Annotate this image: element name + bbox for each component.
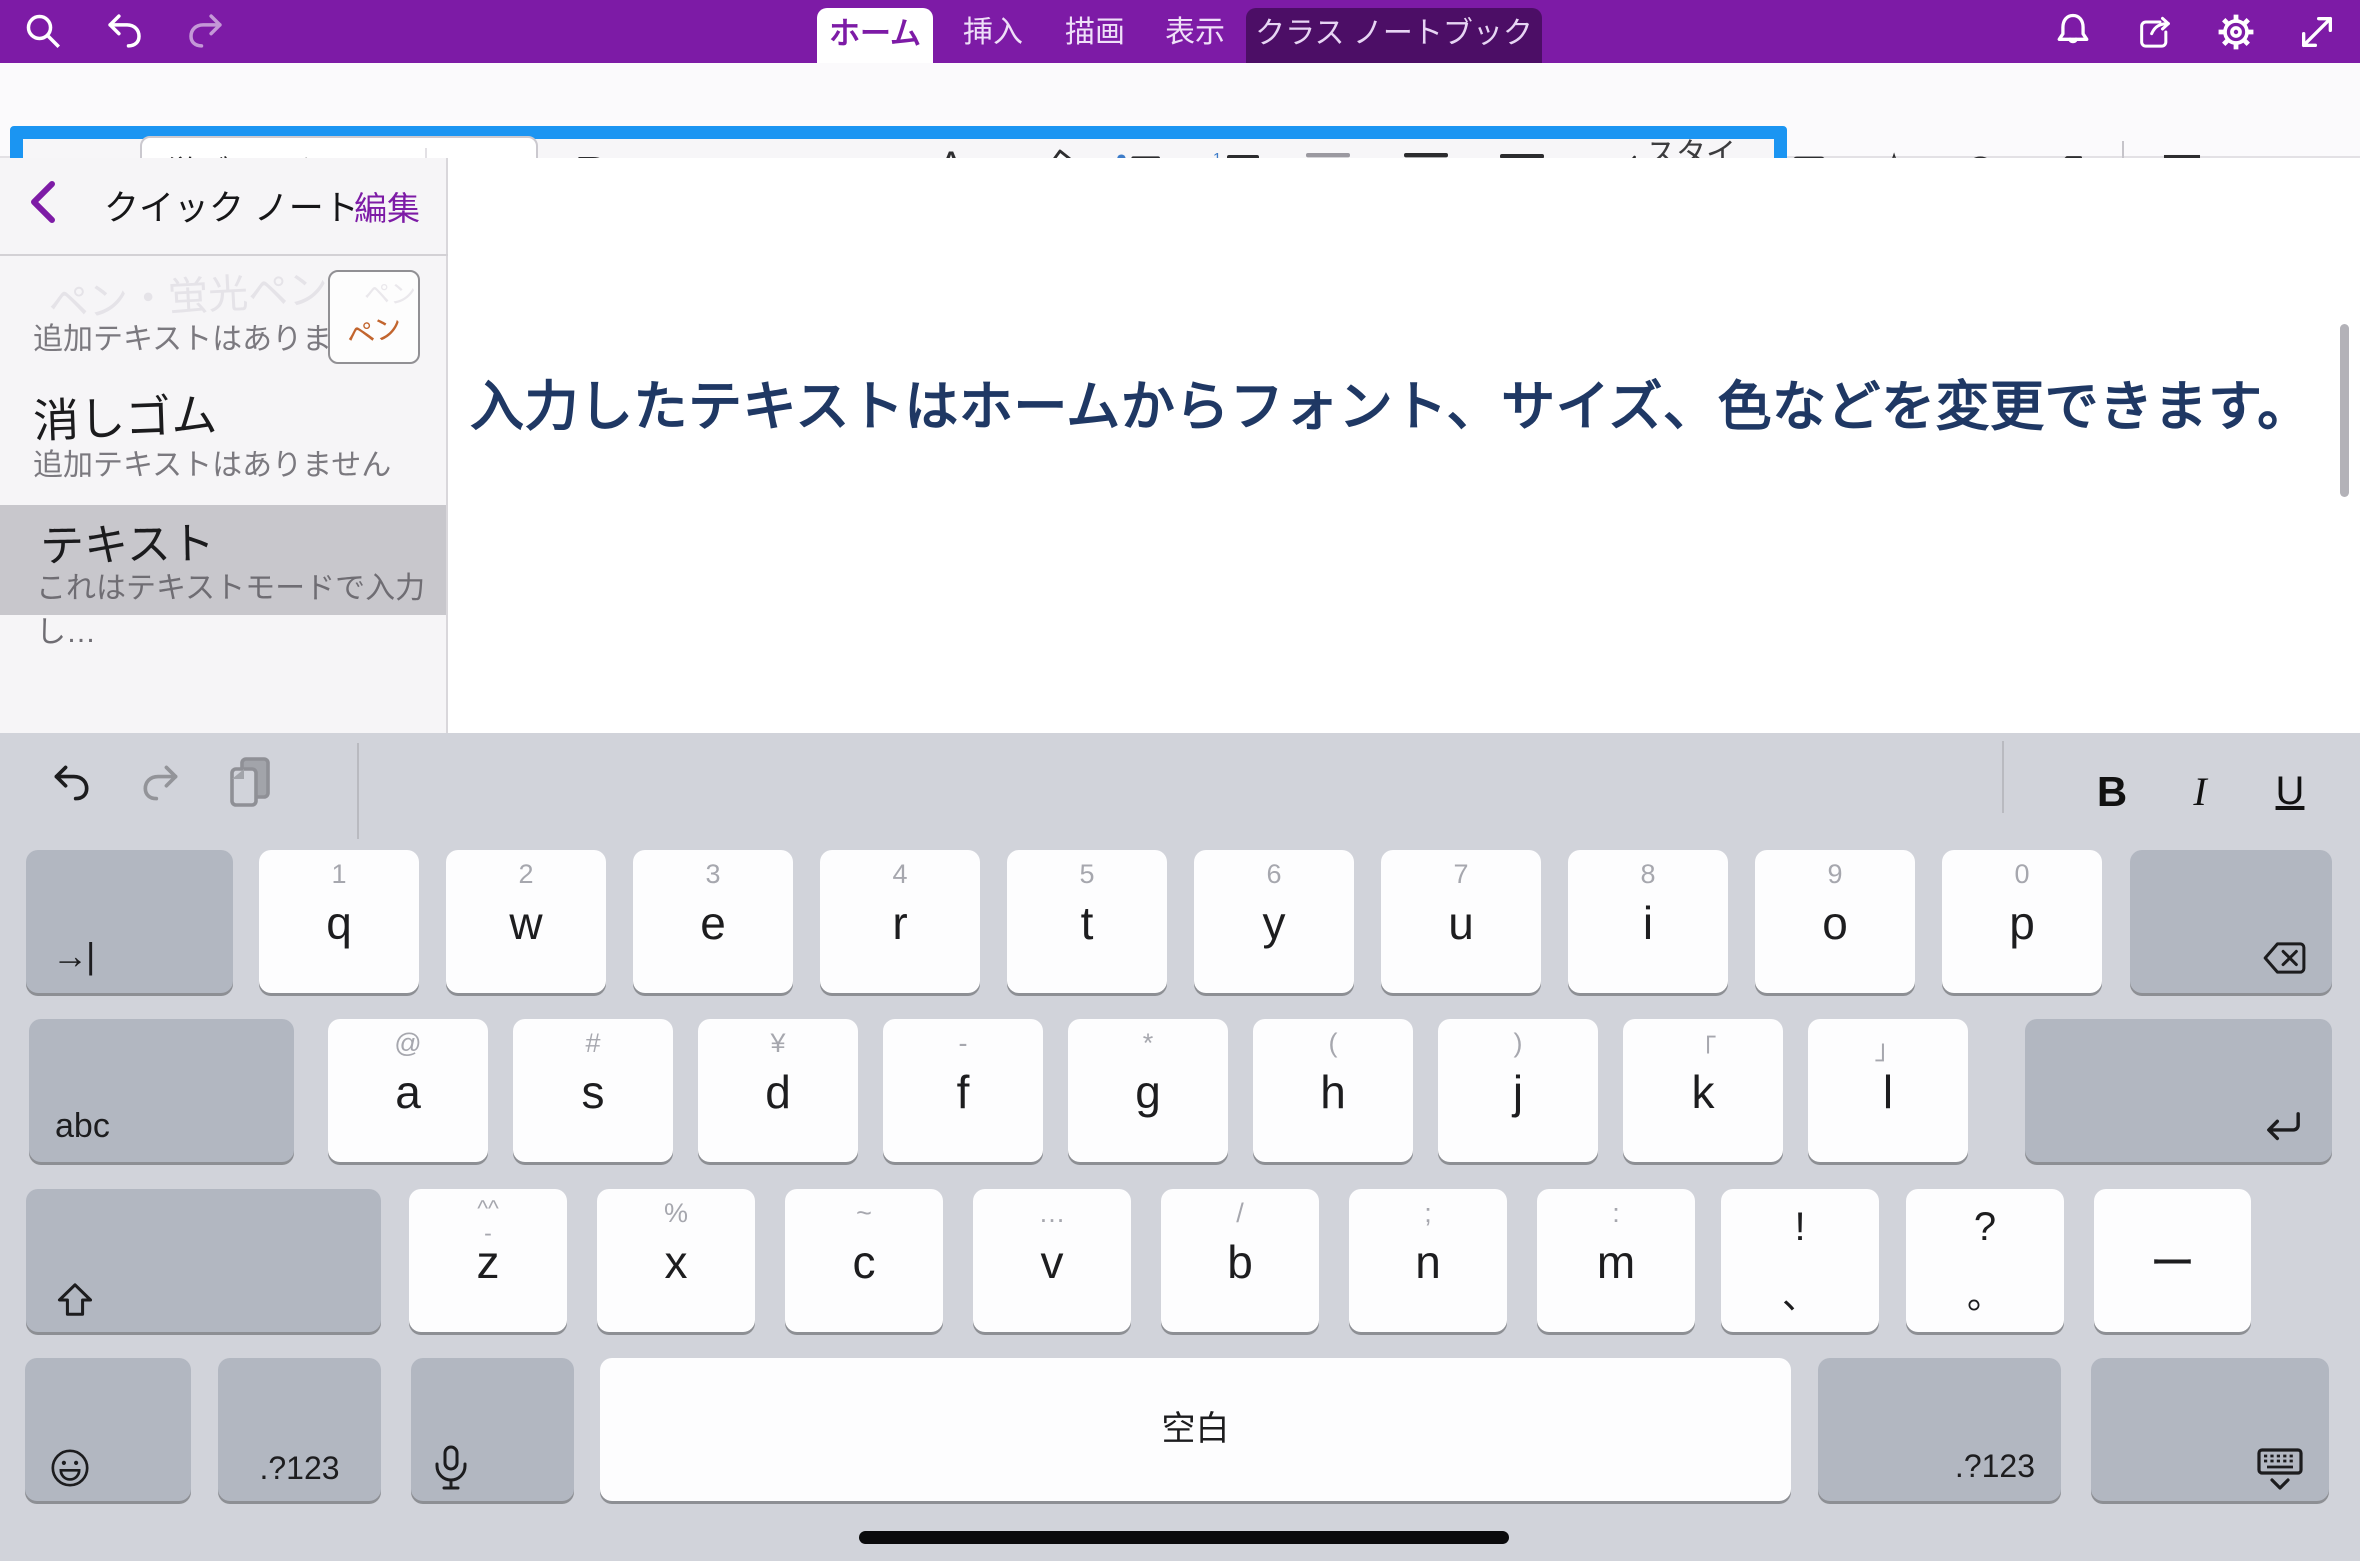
key-u[interactable]: 7u (1381, 850, 1541, 993)
key-c[interactable]: ~c (785, 1189, 943, 1332)
list-item-text-subtitle: これはテキストモードで入力し… (36, 563, 446, 651)
accessory-divider-right (2002, 741, 2004, 813)
key-tab[interactable]: →| (26, 850, 233, 993)
key-exclamation[interactable]: !、 (1721, 1189, 1879, 1332)
accessory-divider-left (357, 743, 359, 839)
tab-draw[interactable]: 描画 (1055, 0, 1135, 63)
kb-paste-icon[interactable] (226, 755, 276, 809)
key-w[interactable]: 2w (446, 850, 606, 993)
key-y[interactable]: 6y (1194, 850, 1354, 993)
key-p[interactable]: 0p (1942, 850, 2102, 993)
top-app-bar: ホーム 挿入 描画 表示 クラス ノートブック (0, 0, 2360, 63)
tab-home[interactable]: ホーム (817, 8, 933, 63)
back-chevron-icon[interactable] (28, 180, 56, 224)
tab-home-label: ホーム (829, 16, 921, 51)
key-m[interactable]: :m (1537, 1189, 1695, 1332)
key-k[interactable]: 「k (1623, 1019, 1783, 1162)
page-thumbnail: ペン ペン (328, 270, 420, 364)
tab-class-notebook-label: クラス ノートブック (1255, 17, 1533, 50)
key-n[interactable]: ;n (1349, 1189, 1507, 1332)
kb-undo-icon[interactable] (48, 761, 96, 805)
backspace-icon (2262, 941, 2308, 975)
key-x[interactable]: %x (597, 1189, 755, 1332)
list-item-eraser-subtitle: 追加テキストはありません (33, 440, 391, 484)
shift-icon (56, 1282, 94, 1318)
edit-button[interactable]: 編集 (354, 182, 420, 230)
key-s[interactable]: #s (513, 1019, 673, 1162)
key-long-vowel[interactable]: ー (2094, 1189, 2251, 1332)
kb-redo-icon[interactable] (136, 761, 184, 805)
key-question[interactable]: ?。 (1906, 1189, 2064, 1332)
share-icon[interactable] (2134, 12, 2176, 52)
key-space[interactable]: 空白 (600, 1358, 1791, 1501)
onenote-app: ホーム 挿入 描画 表示 クラス ノートブック ☆ ? (0, 0, 2360, 1561)
list-item-eraser[interactable]: 消しゴム 追加テキストはありません (0, 386, 448, 504)
search-icon[interactable] (22, 10, 64, 52)
key-g[interactable]: *g (1068, 1019, 1228, 1162)
kb-italic-button[interactable]: I (2176, 733, 2224, 850)
key-backspace[interactable] (2130, 850, 2332, 993)
expand-icon[interactable] (2296, 12, 2338, 52)
onscreen-keyboard: B I U →| 1q2w3e4r5t6y7u8i9o0p abc @a#s¥d-f*… (0, 733, 2360, 1561)
return-icon (2262, 1110, 2304, 1146)
undo-icon[interactable] (102, 10, 148, 52)
numbers-label: .?123 (218, 1450, 381, 1487)
tab-class-notebook[interactable]: クラス ノートブック (1246, 8, 1542, 63)
thumbnail-orange-text: ペン (342, 305, 405, 356)
note-canvas[interactable]: 入力したテキストはホームからフォント、サイズ、色などを変更できます。 (448, 158, 2360, 733)
page-list-sidebar: クイック ノート 編集 ペン・蛍光ペン 追加テキストはありま… ペン ペン 消し… (0, 158, 448, 733)
notifications-icon[interactable] (2051, 10, 2095, 54)
key-abc[interactable]: abc (29, 1019, 294, 1162)
home-indicator[interactable] (859, 1531, 1509, 1544)
key-l[interactable]: 」l (1808, 1019, 1968, 1162)
key-return[interactable] (2025, 1019, 2332, 1162)
emoji-icon (49, 1447, 91, 1489)
formatting-toolbar: ☆ ? 游ゴシック 11 B I U abc A (0, 63, 2360, 158)
tab-insert[interactable]: 挿入 (953, 0, 1033, 63)
key-o[interactable]: 9o (1755, 850, 1915, 993)
key-emoji[interactable] (25, 1358, 191, 1501)
tab-draw-label: 描画 (1065, 16, 1125, 49)
key-i[interactable]: 8i (1568, 850, 1728, 993)
tab-icon: →| (52, 935, 93, 977)
list-item-pen[interactable]: ペン・蛍光ペン 追加テキストはありま… ペン ペン (0, 256, 448, 386)
tab-view-label: 表示 (1165, 16, 1225, 49)
key-t[interactable]: 5t (1007, 850, 1167, 993)
key-h[interactable]: (h (1253, 1019, 1413, 1162)
list-item-text-selected[interactable]: テキスト これはテキストモードで入力し… (0, 505, 446, 615)
key-f[interactable]: -f (883, 1019, 1043, 1162)
key-j[interactable]: )j (1438, 1019, 1598, 1162)
tab-view[interactable]: 表示 (1155, 0, 1235, 63)
key-numbers-left[interactable]: .?123 (218, 1358, 381, 1501)
key-r[interactable]: 4r (820, 850, 980, 993)
sidebar-title: クイック ノート (104, 180, 359, 231)
key-d[interactable]: ¥d (698, 1019, 858, 1162)
space-label: 空白 (600, 1358, 1791, 1501)
tab-insert-label: 挿入 (963, 16, 1023, 49)
key-e[interactable]: 3e (633, 850, 793, 993)
key-z[interactable]: ^^-z (409, 1189, 567, 1332)
kb-underline-button[interactable]: U (2266, 733, 2314, 850)
redo-icon[interactable] (182, 10, 228, 52)
key-shift[interactable] (26, 1189, 381, 1332)
key-dismiss-keyboard[interactable] (2091, 1358, 2329, 1501)
numbers-right-label: .?123 (1955, 1448, 2035, 1485)
list-item-pen-subtitle: 追加テキストはありま… (33, 314, 362, 358)
key-b[interactable]: /b (1161, 1189, 1319, 1332)
microphone-icon (433, 1445, 469, 1491)
kb-bold-button[interactable]: B (2088, 733, 2136, 850)
key-numbers-right[interactable]: .?123 (1818, 1358, 2061, 1501)
dismiss-keyboard-icon (2255, 1447, 2305, 1491)
settings-icon[interactable] (2214, 10, 2258, 54)
abc-label: abc (55, 1107, 110, 1146)
key-q[interactable]: 1q (259, 850, 419, 993)
key-dictation[interactable] (411, 1358, 574, 1501)
scrollbar[interactable] (2340, 324, 2349, 497)
key-a[interactable]: @a (328, 1019, 488, 1162)
key-v[interactable]: …v (973, 1189, 1131, 1332)
note-text[interactable]: 入力したテキストはホームからフォント、サイズ、色などを変更できます。 (470, 362, 2340, 441)
